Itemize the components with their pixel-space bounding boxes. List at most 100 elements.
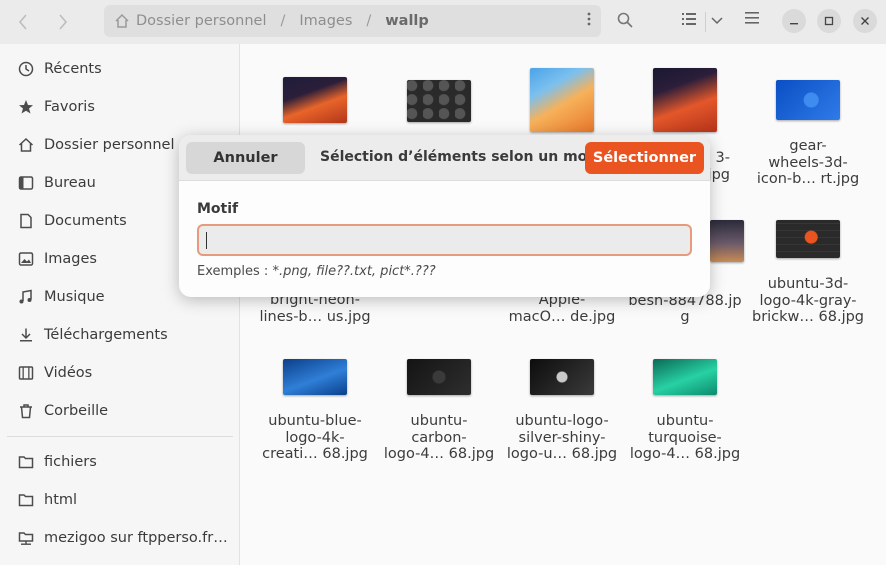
sidebar-item-favorites[interactable]: Favoris	[0, 89, 240, 125]
desktop-icon	[17, 174, 35, 192]
sidebar-item-label: mezigoo sur ftpperso.fr…	[44, 530, 228, 546]
download-icon	[17, 326, 35, 344]
path-separator: /	[366, 13, 372, 29]
sidebar-item-label: Téléchargements	[44, 327, 168, 343]
file-item[interactable]: gear- wheels-3d- icon-b… rt.jpg	[749, 80, 867, 188]
file-name: ubuntu- turquoise- logo-4… 68.jpg	[629, 413, 741, 462]
hamburger-icon	[745, 12, 759, 24]
file-thumbnail	[283, 77, 347, 123]
path-home[interactable]: Dossier personnel	[114, 13, 267, 29]
file-item[interactable]: ubuntu-logo- silver-shiny- logo-u… 68.jp…	[503, 359, 621, 463]
sidebar-item-label: Récents	[44, 61, 102, 77]
more-vertical-icon	[587, 12, 591, 26]
file-thumbnail	[776, 80, 840, 120]
file-thumbnail	[283, 359, 347, 395]
maximize-icon	[824, 16, 834, 26]
back-button[interactable]	[8, 8, 38, 36]
path-current[interactable]: wallp	[385, 13, 429, 29]
file-name: ubuntu-logo- silver-shiny- logo-u… 68.jp…	[506, 413, 618, 462]
file-item[interactable]: ubuntu- carbon- logo-4… 68.jpg	[380, 359, 498, 463]
select-button[interactable]: Sélectionner	[585, 142, 704, 174]
sidebar-item-trash[interactable]: Corbeille	[0, 393, 240, 429]
document-icon	[17, 212, 35, 230]
file-name: ubuntu-3d- logo-4k-gray- brickw… 68.jpg	[751, 276, 865, 325]
trash-icon	[17, 402, 35, 420]
file-thumbnail	[653, 359, 717, 395]
pattern-label: Motif	[197, 201, 239, 217]
hint-prefix: Exemples :	[197, 264, 273, 279]
sidebar-item-label: Favoris	[44, 99, 95, 115]
folder-icon	[17, 491, 35, 509]
header-bar: Dossier personnel / Images / wallp	[0, 0, 886, 44]
path-images[interactable]: Images	[299, 13, 352, 29]
file-item[interactable]	[380, 80, 498, 140]
clock-icon	[17, 60, 35, 78]
sidebar-item-html[interactable]: html	[0, 482, 240, 518]
dialog-title: Sélection d’éléments selon un motif	[320, 149, 605, 165]
dialog-header: Annuler Sélection d’éléments selon un mo…	[179, 135, 710, 181]
file-item[interactable]: ubuntu-3d- logo-4k-gray- brickw… 68.jpg	[749, 220, 867, 326]
music-icon	[17, 288, 35, 306]
sidebar-item-label: fichiers	[44, 454, 97, 470]
text-cursor	[206, 232, 207, 249]
chevron-right-icon	[59, 14, 68, 30]
file-thumbnail	[530, 359, 594, 395]
main-menu-button[interactable]	[745, 12, 759, 28]
folder-icon	[17, 453, 35, 471]
sidebar-item-label: Corbeille	[44, 403, 109, 419]
minimize-icon	[790, 23, 798, 25]
sidebar-item-label: html	[44, 492, 78, 508]
sidebar-item-label: Documents	[44, 213, 127, 229]
home-icon	[115, 13, 129, 28]
file-name: ubuntu-blue- logo-4k- creati… 68.jpg	[262, 413, 368, 462]
home-icon	[17, 136, 35, 154]
sidebar-item-fichiers[interactable]: fichiers	[0, 444, 240, 480]
select-pattern-dialog: Annuler Sélection d’éléments selon un mo…	[179, 135, 710, 297]
sidebar-item-label: Vidéos	[44, 365, 93, 381]
sidebar-item-remote[interactable]: mezigoo sur ftpperso.fr…	[0, 520, 240, 556]
list-view-button[interactable]	[682, 12, 696, 30]
pattern-hint: Exemples : *.png, file??.txt, pict*.???	[197, 264, 436, 279]
pattern-input[interactable]	[197, 224, 692, 256]
sidebar-item-label: Images	[44, 251, 97, 267]
close-button[interactable]	[853, 9, 877, 33]
search-button[interactable]	[617, 12, 633, 32]
star-icon	[17, 98, 35, 116]
search-icon	[617, 12, 633, 28]
file-thumbnail	[653, 68, 717, 132]
sidebar: Récents Favoris Dossier personnel Bureau…	[0, 44, 240, 565]
forward-button[interactable]	[48, 8, 78, 36]
list-view-icon	[682, 13, 696, 25]
path-separator: /	[280, 13, 286, 29]
sidebar-item-recents[interactable]: Récents	[0, 51, 240, 87]
minimize-button[interactable]	[782, 9, 806, 33]
sidebar-item-label: Musique	[44, 289, 105, 305]
divider	[705, 12, 706, 32]
path-home-label: Dossier personnel	[136, 13, 267, 29]
path-menu-button[interactable]	[587, 12, 591, 30]
sidebar-separator	[7, 436, 233, 437]
cancel-button[interactable]: Annuler	[186, 142, 305, 174]
network-folder-icon	[17, 529, 35, 547]
chevron-left-icon	[18, 14, 27, 30]
file-name: gear- wheels-3d- icon-b… rt.jpg	[756, 138, 860, 187]
sidebar-item-label: Bureau	[44, 175, 96, 191]
chevron-down-icon	[711, 17, 723, 25]
view-options-button[interactable]	[711, 14, 723, 30]
file-thumbnail	[530, 68, 594, 132]
sidebar-item-videos[interactable]: Vidéos	[0, 355, 240, 391]
file-name: ubuntu- carbon- logo-4… 68.jpg	[383, 413, 495, 462]
file-item[interactable]: ubuntu- turquoise- logo-4… 68.jpg	[626, 359, 744, 463]
image-icon	[17, 250, 35, 268]
sidebar-item-downloads[interactable]: Téléchargements	[0, 317, 240, 353]
sidebar-item-label: Dossier personnel	[44, 137, 175, 153]
file-thumbnail	[407, 80, 471, 122]
hint-examples: *.png, file??.txt, pict*.???	[272, 264, 436, 279]
close-icon	[861, 17, 869, 25]
file-item[interactable]	[256, 77, 374, 141]
file-thumbnail	[776, 220, 840, 258]
file-thumbnail	[407, 359, 471, 395]
file-item[interactable]: ubuntu-blue- logo-4k- creati… 68.jpg	[256, 359, 374, 463]
file-thumbnail	[710, 220, 744, 262]
maximize-button[interactable]	[817, 9, 841, 33]
